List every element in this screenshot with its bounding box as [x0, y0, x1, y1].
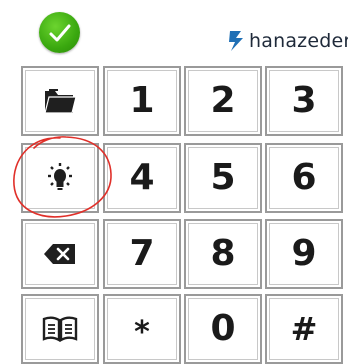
key-star[interactable]: *	[103, 294, 181, 364]
status-check-badge	[39, 12, 80, 53]
check-icon	[49, 24, 71, 42]
key-hash[interactable]: #	[265, 294, 343, 364]
backspace-key[interactable]	[21, 219, 99, 289]
key-6[interactable]: 6	[265, 143, 343, 213]
key-0[interactable]: 0	[184, 294, 262, 364]
key-8[interactable]: 8	[184, 219, 262, 289]
key-4[interactable]: 4	[103, 143, 181, 213]
lightbulb-icon	[48, 163, 72, 190]
backspace-icon	[44, 244, 75, 264]
key-star-label: *	[134, 315, 150, 350]
bolt-icon	[229, 31, 243, 51]
key-6-label: 6	[291, 157, 317, 198]
key-2-label: 2	[210, 80, 236, 121]
key-7[interactable]: 7	[103, 219, 181, 289]
book-icon	[42, 316, 78, 342]
key-1[interactable]: 1	[103, 66, 181, 136]
key-3-label: 3	[291, 80, 317, 121]
key-5[interactable]: 5	[184, 143, 262, 213]
brand-logo: hanazeder	[227, 30, 348, 52]
folder-key[interactable]	[21, 66, 99, 136]
key-9[interactable]: 9	[265, 219, 343, 289]
key-hash-label: #	[290, 310, 318, 348]
lightbulb-key[interactable]	[21, 143, 99, 213]
key-0-label: 0	[210, 308, 236, 349]
key-1-label: 1	[129, 80, 155, 121]
key-7-label: 7	[129, 233, 155, 274]
book-key[interactable]	[21, 294, 99, 364]
key-5-label: 5	[210, 157, 236, 198]
key-2[interactable]: 2	[184, 66, 262, 136]
key-8-label: 8	[210, 233, 236, 274]
brand-name: hanazeder	[249, 30, 348, 52]
key-4-label: 4	[129, 157, 155, 198]
key-9-label: 9	[291, 233, 317, 274]
folder-icon	[44, 89, 77, 114]
key-3[interactable]: 3	[265, 66, 343, 136]
